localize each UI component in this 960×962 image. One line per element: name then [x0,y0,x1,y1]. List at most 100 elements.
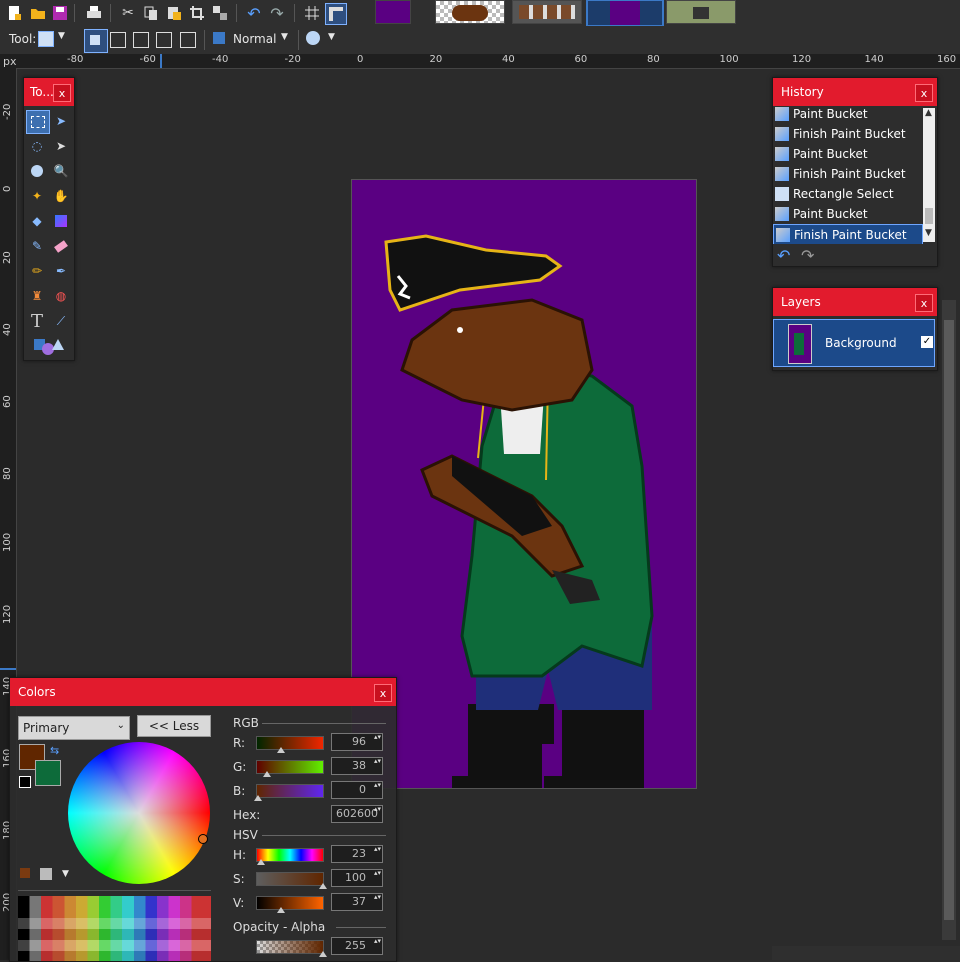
close-icon[interactable]: x [915,294,933,312]
image-tab-1[interactable] [375,0,411,24]
s-input[interactable]: 100 [331,869,383,887]
selection-intersect-button[interactable] [156,32,172,48]
image-tab-3[interactable] [512,0,582,24]
recolor-tool[interactable]: ◍ [50,285,72,307]
cut-icon[interactable]: ✂ [118,3,138,23]
b-slider[interactable] [254,784,324,801]
history-item[interactable]: Paint Bucket [773,204,923,224]
shapes-tool[interactable] [32,335,64,357]
crop-icon[interactable] [187,3,207,23]
history-item-label: Paint Bucket [793,207,868,221]
v-label: V: [233,896,245,910]
selection-exclude-button[interactable] [133,32,149,48]
move-selected-tool[interactable]: ➤ [50,110,72,132]
grid-icon[interactable] [302,3,322,23]
chevron-down-icon[interactable]: ▼ [328,32,335,42]
rectangle-select-icon[interactable] [38,31,54,47]
undo-icon[interactable]: ↶ [777,246,790,265]
g-slider[interactable] [256,760,324,777]
r-input[interactable]: 96 [331,733,383,751]
pencil-tool[interactable]: ✏ [26,260,48,282]
palette-menu-icon[interactable] [40,868,52,880]
r-slider[interactable] [256,736,324,753]
resize-icon[interactable] [210,3,230,23]
undo-icon[interactable]: ↶ [244,3,264,23]
eraser-tool[interactable] [50,235,72,257]
history-item[interactable]: Paint Bucket [773,104,923,124]
reset-colors-icon[interactable] [19,776,31,788]
g-input[interactable]: 38 [331,757,383,775]
magic-wand-tool[interactable]: ✦ [26,185,48,207]
history-item-label: Paint Bucket [793,147,868,161]
canvas-vertical-scrollbar[interactable] [942,300,956,940]
image-tab-5[interactable] [666,0,736,24]
open-icon[interactable] [28,3,48,23]
paintbrush-tool[interactable]: ✎ [26,235,48,257]
layer-row[interactable]: Background ✓ [773,319,935,367]
swap-colors-icon[interactable]: ⇆ [50,744,59,757]
chevron-down-icon[interactable]: ▼ [62,869,69,879]
selection-union-button[interactable] [110,32,126,48]
h-slider[interactable] [256,848,324,865]
paint-bucket-tool[interactable]: ◆ [26,210,48,232]
redo-icon[interactable]: ↷ [267,3,287,23]
add-palette-color-icon[interactable] [20,868,30,878]
line-curve-tool[interactable]: ⟋ [50,310,72,332]
history-item[interactable]: Finish Paint Bucket [773,124,923,144]
paste-icon[interactable] [164,3,184,23]
antialias-icon[interactable] [306,31,320,45]
pan-tool[interactable]: ✋ [50,185,72,207]
v-input[interactable]: 37 [331,893,383,911]
history-item[interactable]: Paint Bucket [773,144,923,164]
image-tab-2[interactable] [435,0,505,24]
image-tab-4[interactable] [586,0,664,27]
chevron-down-icon[interactable]: ▼ [281,32,288,42]
chevron-down-icon: ⌄ [116,720,125,731]
history-item[interactable]: Finish Paint Bucket [773,164,923,184]
copy-icon[interactable] [141,3,161,23]
alpha-input[interactable]: 255 [331,937,383,955]
s-slider[interactable] [256,872,327,889]
history-item[interactable]: Rectangle Select [773,184,923,204]
clone-stamp-tool[interactable]: ♜ [26,285,48,307]
ruler-label: 60 [2,395,13,408]
history-item[interactable]: Finish Paint Bucket [773,224,923,244]
print-icon[interactable] [84,3,104,23]
selection-invert-button[interactable] [180,32,196,48]
ruler-label: 60 [574,54,588,65]
zoom-tool[interactable]: 🔍 [50,160,72,182]
v-slider[interactable] [256,896,324,913]
secondary-color-swatch[interactable] [35,760,61,786]
color-palette[interactable] [18,896,211,961]
h-input[interactable]: 23 [331,845,383,863]
close-icon[interactable]: x [374,684,392,702]
b-input[interactable]: 0 [331,781,383,799]
selection-replace-button[interactable] [84,29,108,53]
chevron-down-icon[interactable]: ▼ [58,31,65,41]
less-button[interactable]: << Less [137,715,211,737]
save-icon[interactable] [50,3,70,23]
ellipse-select-tool[interactable] [26,160,48,182]
hex-input[interactable]: 602600 [331,805,383,823]
new-icon[interactable] [4,3,24,23]
color-mode-select[interactable]: Primary ⌄ [18,716,130,740]
lasso-select-tool[interactable]: ◌ [26,135,48,157]
gradient-tool[interactable] [50,210,72,232]
history-scrollbar[interactable]: ▲ ▼ [923,108,935,242]
rulers-icon[interactable] [325,3,347,25]
move-selection-tool[interactable]: ➤ [50,135,72,157]
alpha-slider[interactable] [256,940,327,957]
ruler-label: 20 [429,54,443,65]
close-icon[interactable]: x [53,84,71,102]
close-icon[interactable]: x [915,84,933,102]
hsv-header: HSV [233,828,258,842]
color-picker-tool[interactable]: ✒ [50,260,72,282]
text-tool[interactable]: T [26,310,48,332]
image-canvas[interactable] [351,179,697,789]
layer-visibility-checkbox[interactable]: ✓ [921,336,933,348]
colors-title-text: Colors [18,685,56,699]
blend-mode-select[interactable]: Normal [233,32,276,46]
redo-icon[interactable]: ↷ [801,246,814,265]
color-wheel[interactable] [68,742,210,884]
rectangle-select-tool[interactable] [26,110,50,134]
